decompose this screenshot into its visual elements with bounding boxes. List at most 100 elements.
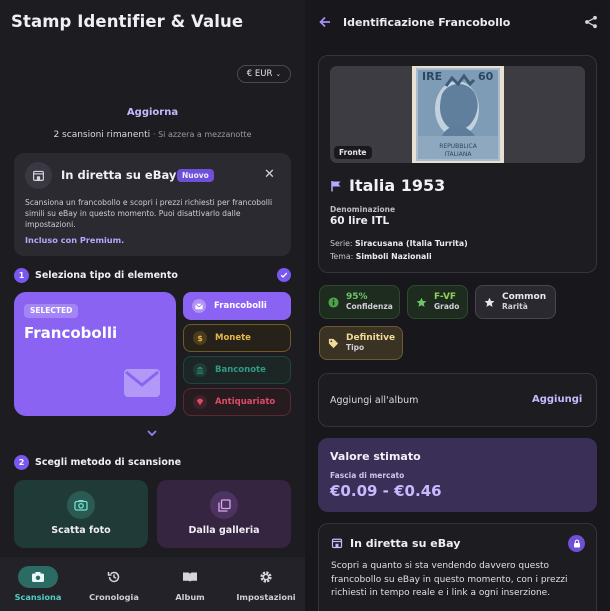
share-icon[interactable] [584,15,598,29]
book-icon [170,566,210,588]
series-value: Siracusana (Italia Turrita) [355,239,468,248]
nav-album[interactable]: Album [152,557,228,611]
grade-chip: F-VF Grado [407,285,468,319]
scans-reset-note: · Si azzera a mezzanotte [153,130,252,139]
ebay-live-title: In diretta su eBay [350,537,461,550]
new-badge: Nuovo [177,169,214,182]
step-label: Seleziona tipo di elemento [35,269,178,281]
method-label: Scatta foto [51,525,111,536]
lock-icon [568,535,585,552]
type-stamps-button[interactable]: Francobolli [183,292,291,320]
theme-label: Tema: [330,252,354,261]
country-year: Italia 1953 [349,176,446,195]
nav-history[interactable]: Cronologia [76,557,152,611]
currency-selector[interactable]: € EUR ⌄ [237,65,291,83]
ebay-live-card[interactable]: In diretta su eBay Scopri a quanto si st… [318,523,597,611]
currency-value: € EUR [246,69,273,79]
nav-settings[interactable]: Impostazioni [228,557,304,611]
star-icon [416,297,427,307]
scan-screen: Stamp Identifier & Value € EUR ⌄ Aggiorn… [0,0,305,611]
take-photo-button[interactable]: Scatta foto [14,480,148,548]
chip-value: 95% [346,292,368,302]
ebay-banner-title: In diretta su eBay [61,168,177,182]
premium-note: Incluso con Premium. [25,235,125,245]
history-icon [94,566,134,588]
info-icon [328,296,339,308]
step-scan-method: 2 Scegli metodo di scansione [14,454,181,470]
stamp-text-top-left: IRE [422,70,442,83]
app-title: Stamp Identifier & Value [11,12,244,31]
value-range: €0.09 - €0.46 [330,482,442,500]
flag-icon [331,180,341,191]
selected-type-card[interactable]: SELECTED Francobolli [14,292,176,416]
camera-icon [67,491,95,519]
theme-value: Simboli Nazionali [355,252,432,261]
type-coins-button[interactable]: $ Monete [183,324,291,352]
chip-label: Confidenza [346,302,393,311]
type-antiques-button[interactable]: Antiquariato [183,388,291,416]
chip-value: Common [502,292,547,302]
rarity-chip: Common Rarità [475,285,556,319]
denomination-label: Denominazione [330,205,396,214]
estimated-value-card: Valore stimato Fascia di mercato €0.09 -… [318,438,597,512]
chip-value: Definitive [346,333,396,343]
step-number: 1 [14,267,29,283]
type-banknotes-button[interactable]: Banconote [183,356,291,384]
camera-icon [18,566,58,588]
type-label: Banconote [215,365,266,375]
chip-value: F-VF [434,292,457,302]
add-to-album-label: Aggiungi all'album [330,395,419,406]
update-link[interactable]: Aggiorna [0,107,305,118]
nav-label: Scansiona [14,592,62,602]
estimated-value-title: Valore stimato [330,450,421,463]
type-label: Monete [215,333,251,343]
stamp-text-top-right: 60 [478,70,494,83]
nav-label: Impostazioni [236,592,296,602]
nav-label: Cronologia [89,592,139,602]
bottom-navigation: Scansiona Cronologia Album Impostazioni [0,557,305,611]
gear-icon [246,566,286,588]
back-arrow-icon[interactable] [318,15,332,29]
add-button[interactable]: Aggiungi [532,394,582,405]
store-icon [331,538,343,549]
stamp-text-bottom-1: REPUBBLICA [439,143,478,150]
selected-badge: SELECTED [24,304,79,318]
chip-label: Grado [434,302,460,311]
nav-scan[interactable]: Scansiona [0,557,76,611]
type-chip: Definitive Tipo [319,326,403,360]
chevron-down-icon: ⌄ [275,70,282,78]
theme-row: Tema: Simboli Nazionali [330,252,432,261]
chip-label: Rarità [502,302,528,311]
ebay-banner-description: Scansiona un francobollo e scopri i prez… [25,198,273,229]
stamp-text-bottom-2: ITALIANA [445,151,473,158]
gem-icon [193,395,207,409]
step-label: Scegli metodo di scansione [35,456,182,468]
gallery-icon [210,491,238,519]
envelope-icon [124,369,160,397]
step-number: 2 [14,454,29,470]
chevron-down-icon[interactable] [146,428,158,438]
close-icon[interactable]: ✕ [264,167,275,182]
nav-label: Album [175,592,205,602]
dollar-coin-icon: $ [193,331,207,345]
series-row: Serie: Siracusana (Italia Turrita) [330,239,468,248]
store-icon [25,162,52,189]
method-label: Dalla galleria [188,525,260,536]
chip-label: Tipo [346,343,365,352]
series-label: Serie: [330,239,353,248]
ebay-live-description: Scopri a quanto si sta vendendo davvero … [331,561,568,598]
step-select-type: 1 Seleziona tipo di elemento [14,267,178,283]
market-range-label: Fascia di mercato [330,471,405,480]
image-side-badge: Fronte [334,146,372,159]
scans-remaining-count: 2 scansioni rimanenti [53,130,151,140]
selected-type-name: Francobolli [24,324,118,342]
check-icon [277,268,291,282]
star-icon [484,297,495,307]
page-title: Identificazione Francobollo [343,16,511,29]
type-label: Antiquariato [215,397,276,407]
ebay-live-banner: In diretta su eBay Nuovo ✕ Scansiona un … [14,153,291,256]
add-to-album-card: Aggiungi all'album Aggiungi [318,373,597,427]
envelope-icon [192,299,206,313]
from-gallery-button[interactable]: Dalla galleria [157,480,291,548]
tag-icon [328,338,339,348]
